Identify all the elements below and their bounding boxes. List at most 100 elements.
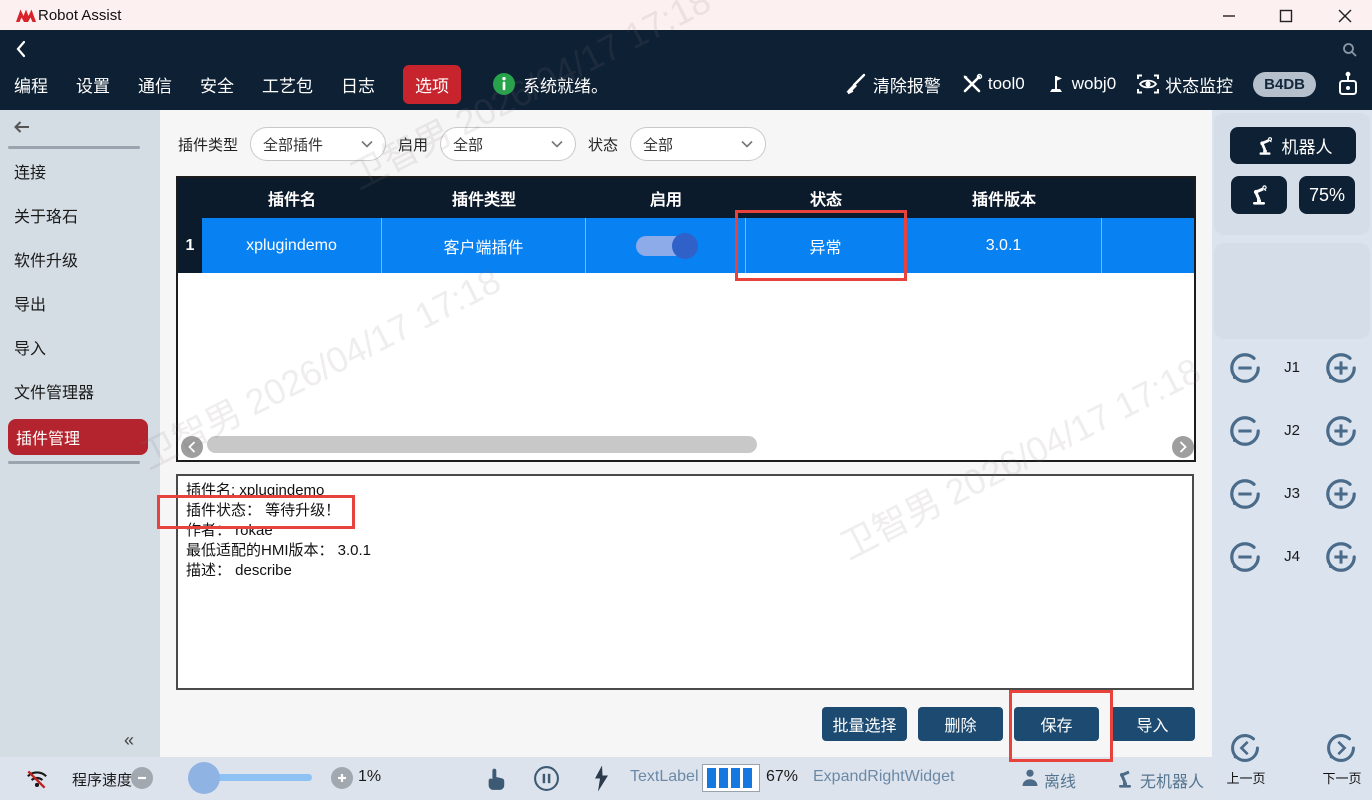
j4-minus-button[interactable] <box>1228 540 1262 574</box>
detail-author: 作者： rokae <box>186 521 273 541</box>
scroll-left-button[interactable] <box>181 436 203 458</box>
robot-arm-icon <box>1254 135 1276 157</box>
broom-icon <box>844 72 868 96</box>
sidebar-collapse-icon[interactable]: « <box>124 730 134 751</box>
app-title: Robot Assist <box>38 7 121 24</box>
robot-jog-button[interactable] <box>1231 176 1287 214</box>
chevron-down-icon <box>551 140 563 148</box>
plugin-table: 插件名 插件类型 启用 状态 插件版本 1 xplugindemo 客户端插件 … <box>176 176 1196 462</box>
table-header-row: 插件名 插件类型 启用 状态 插件版本 <box>178 178 1194 218</box>
pause-icon[interactable] <box>533 765 560 792</box>
j2-plus-button[interactable] <box>1324 414 1358 448</box>
j4-plus-button[interactable] <box>1324 540 1358 574</box>
column-rownum <box>178 178 202 218</box>
nav-back-icon[interactable] <box>14 40 28 58</box>
save-button[interactable]: 保存 <box>1014 707 1099 741</box>
battery-percent: 67% <box>766 768 798 786</box>
status-filter-value: 全部 <box>643 134 673 155</box>
enable-toggle[interactable] <box>636 236 696 256</box>
j3-label: J3 <box>1272 485 1312 502</box>
nav-item-safety[interactable]: 安全 <box>200 72 234 97</box>
nav-item-program[interactable]: 编程 <box>14 72 48 97</box>
tool-selector[interactable]: tool0 <box>961 73 1025 95</box>
no-robot-status: 无机器人 <box>1140 768 1204 792</box>
no-robot-icon <box>1113 765 1137 791</box>
battery-bar <box>731 768 740 788</box>
column-name: 插件名 <box>202 178 382 218</box>
j3-minus-button[interactable] <box>1228 477 1262 511</box>
sidebar-item-import[interactable]: 导入 <box>14 340 46 360</box>
delete-button[interactable]: 删除 <box>918 707 1003 741</box>
toggle-knob <box>672 233 698 259</box>
nav-item-log[interactable]: 日志 <box>341 72 375 97</box>
chevron-down-icon <box>361 140 373 148</box>
horizontal-scrollbar-thumb[interactable] <box>207 436 757 453</box>
status-filter-label: 状态 <box>588 134 618 155</box>
nav-item-settings[interactable]: 设置 <box>76 72 110 97</box>
speed-decrease-button[interactable] <box>131 767 153 789</box>
wobj-selector[interactable]: wobj0 <box>1045 73 1116 95</box>
status-filter-select[interactable]: 全部 <box>630 127 766 161</box>
sidebar-back-icon[interactable] <box>13 120 30 134</box>
column-extra <box>1102 178 1194 218</box>
robot-card: 机器人 75% <box>1214 113 1370 235</box>
sidebar-item-export[interactable]: 导出 <box>14 296 46 316</box>
expand-right-widget-label[interactable]: ExpandRightWidget <box>813 768 954 786</box>
sidebar-item-upgrade[interactable]: 软件升级 <box>14 252 78 272</box>
speed-increase-button[interactable] <box>331 767 353 789</box>
j2-minus-button[interactable] <box>1228 414 1262 448</box>
prev-page-button[interactable] <box>1229 732 1261 764</box>
j3-plus-button[interactable] <box>1324 477 1358 511</box>
j2-label: J2 <box>1272 422 1312 439</box>
robot-mode-button[interactable]: 机器人 <box>1230 127 1356 164</box>
import-button[interactable]: 导入 <box>1110 707 1195 741</box>
nav-menu: 编程 设置 通信 安全 工艺包 日志 选项 系统就绪。 <box>14 66 608 102</box>
status-monitor-button[interactable]: 状态监控 <box>1136 72 1233 97</box>
eye-monitor-icon <box>1136 72 1160 96</box>
j4-label: J4 <box>1272 548 1312 565</box>
sidebar-item-about[interactable]: 关于珞石 <box>14 208 78 228</box>
nav-item-options[interactable]: 选项 <box>403 65 461 104</box>
nav-item-process[interactable]: 工艺包 <box>262 72 313 97</box>
info-icon <box>493 73 515 95</box>
table-row[interactable]: 1 xplugindemo 客户端插件 异常 3.0.1 <box>178 218 1194 273</box>
joystick-icon[interactable] <box>1336 71 1360 97</box>
cell-plugin-type: 客户端插件 <box>382 218 586 273</box>
right-panel: 机器人 75% J1 <box>1212 110 1372 800</box>
cell-enable <box>586 218 746 273</box>
j1-minus-button[interactable] <box>1228 351 1262 385</box>
enable-filter-select[interactable]: 全部 <box>440 127 576 161</box>
plugin-type-value: 全部插件 <box>263 134 323 155</box>
chevron-down-icon <box>741 140 753 148</box>
battery-indicator <box>702 764 760 792</box>
program-speed-label: 程序速度 <box>72 769 132 790</box>
detail-description: 描述： describe <box>186 561 292 581</box>
plugin-type-select[interactable]: 全部插件 <box>250 127 386 161</box>
j1-label: J1 <box>1272 359 1312 376</box>
left-sidebar: 连接 关于珞石 软件升级 导出 导入 文件管理器 插件管理 « <box>0 110 160 757</box>
speed-slider-knob[interactable] <box>188 762 220 794</box>
lightning-icon[interactable] <box>591 764 611 793</box>
scroll-right-button[interactable] <box>1172 436 1194 458</box>
sidebar-item-file-manager[interactable]: 文件管理器 <box>14 384 94 404</box>
speed-percent-button[interactable]: 75% <box>1299 176 1355 214</box>
nav-item-comm[interactable]: 通信 <box>138 72 172 97</box>
clear-alarm-button[interactable]: 清除报警 <box>844 72 941 97</box>
sidebar-item-plugin-manager[interactable]: 插件管理 <box>8 419 148 455</box>
minimize-button[interactable] <box>1221 8 1237 24</box>
system-status: 系统就绪。 <box>493 72 608 97</box>
battery-bar <box>743 768 752 788</box>
app-window: Robot Assist 编程 设置 通信 安全 工艺包 日志 选项 <box>0 0 1372 800</box>
prev-page-label[interactable]: 上一页 <box>1215 768 1277 787</box>
next-page-button[interactable] <box>1325 732 1357 764</box>
hand-guide-icon[interactable] <box>483 765 508 792</box>
close-button[interactable] <box>1337 8 1353 24</box>
nav-right-tools: 清除报警 tool0 wobj0 <box>844 66 1360 102</box>
cell-version: 3.0.1 <box>906 218 1102 273</box>
j1-plus-button[interactable] <box>1324 351 1358 385</box>
search-icon[interactable] <box>1342 42 1358 58</box>
batch-select-button[interactable]: 批量选择 <box>822 707 907 741</box>
sidebar-item-connect[interactable]: 连接 <box>14 164 46 184</box>
next-page-label[interactable]: 下一页 <box>1311 768 1372 787</box>
maximize-button[interactable] <box>1278 8 1294 24</box>
